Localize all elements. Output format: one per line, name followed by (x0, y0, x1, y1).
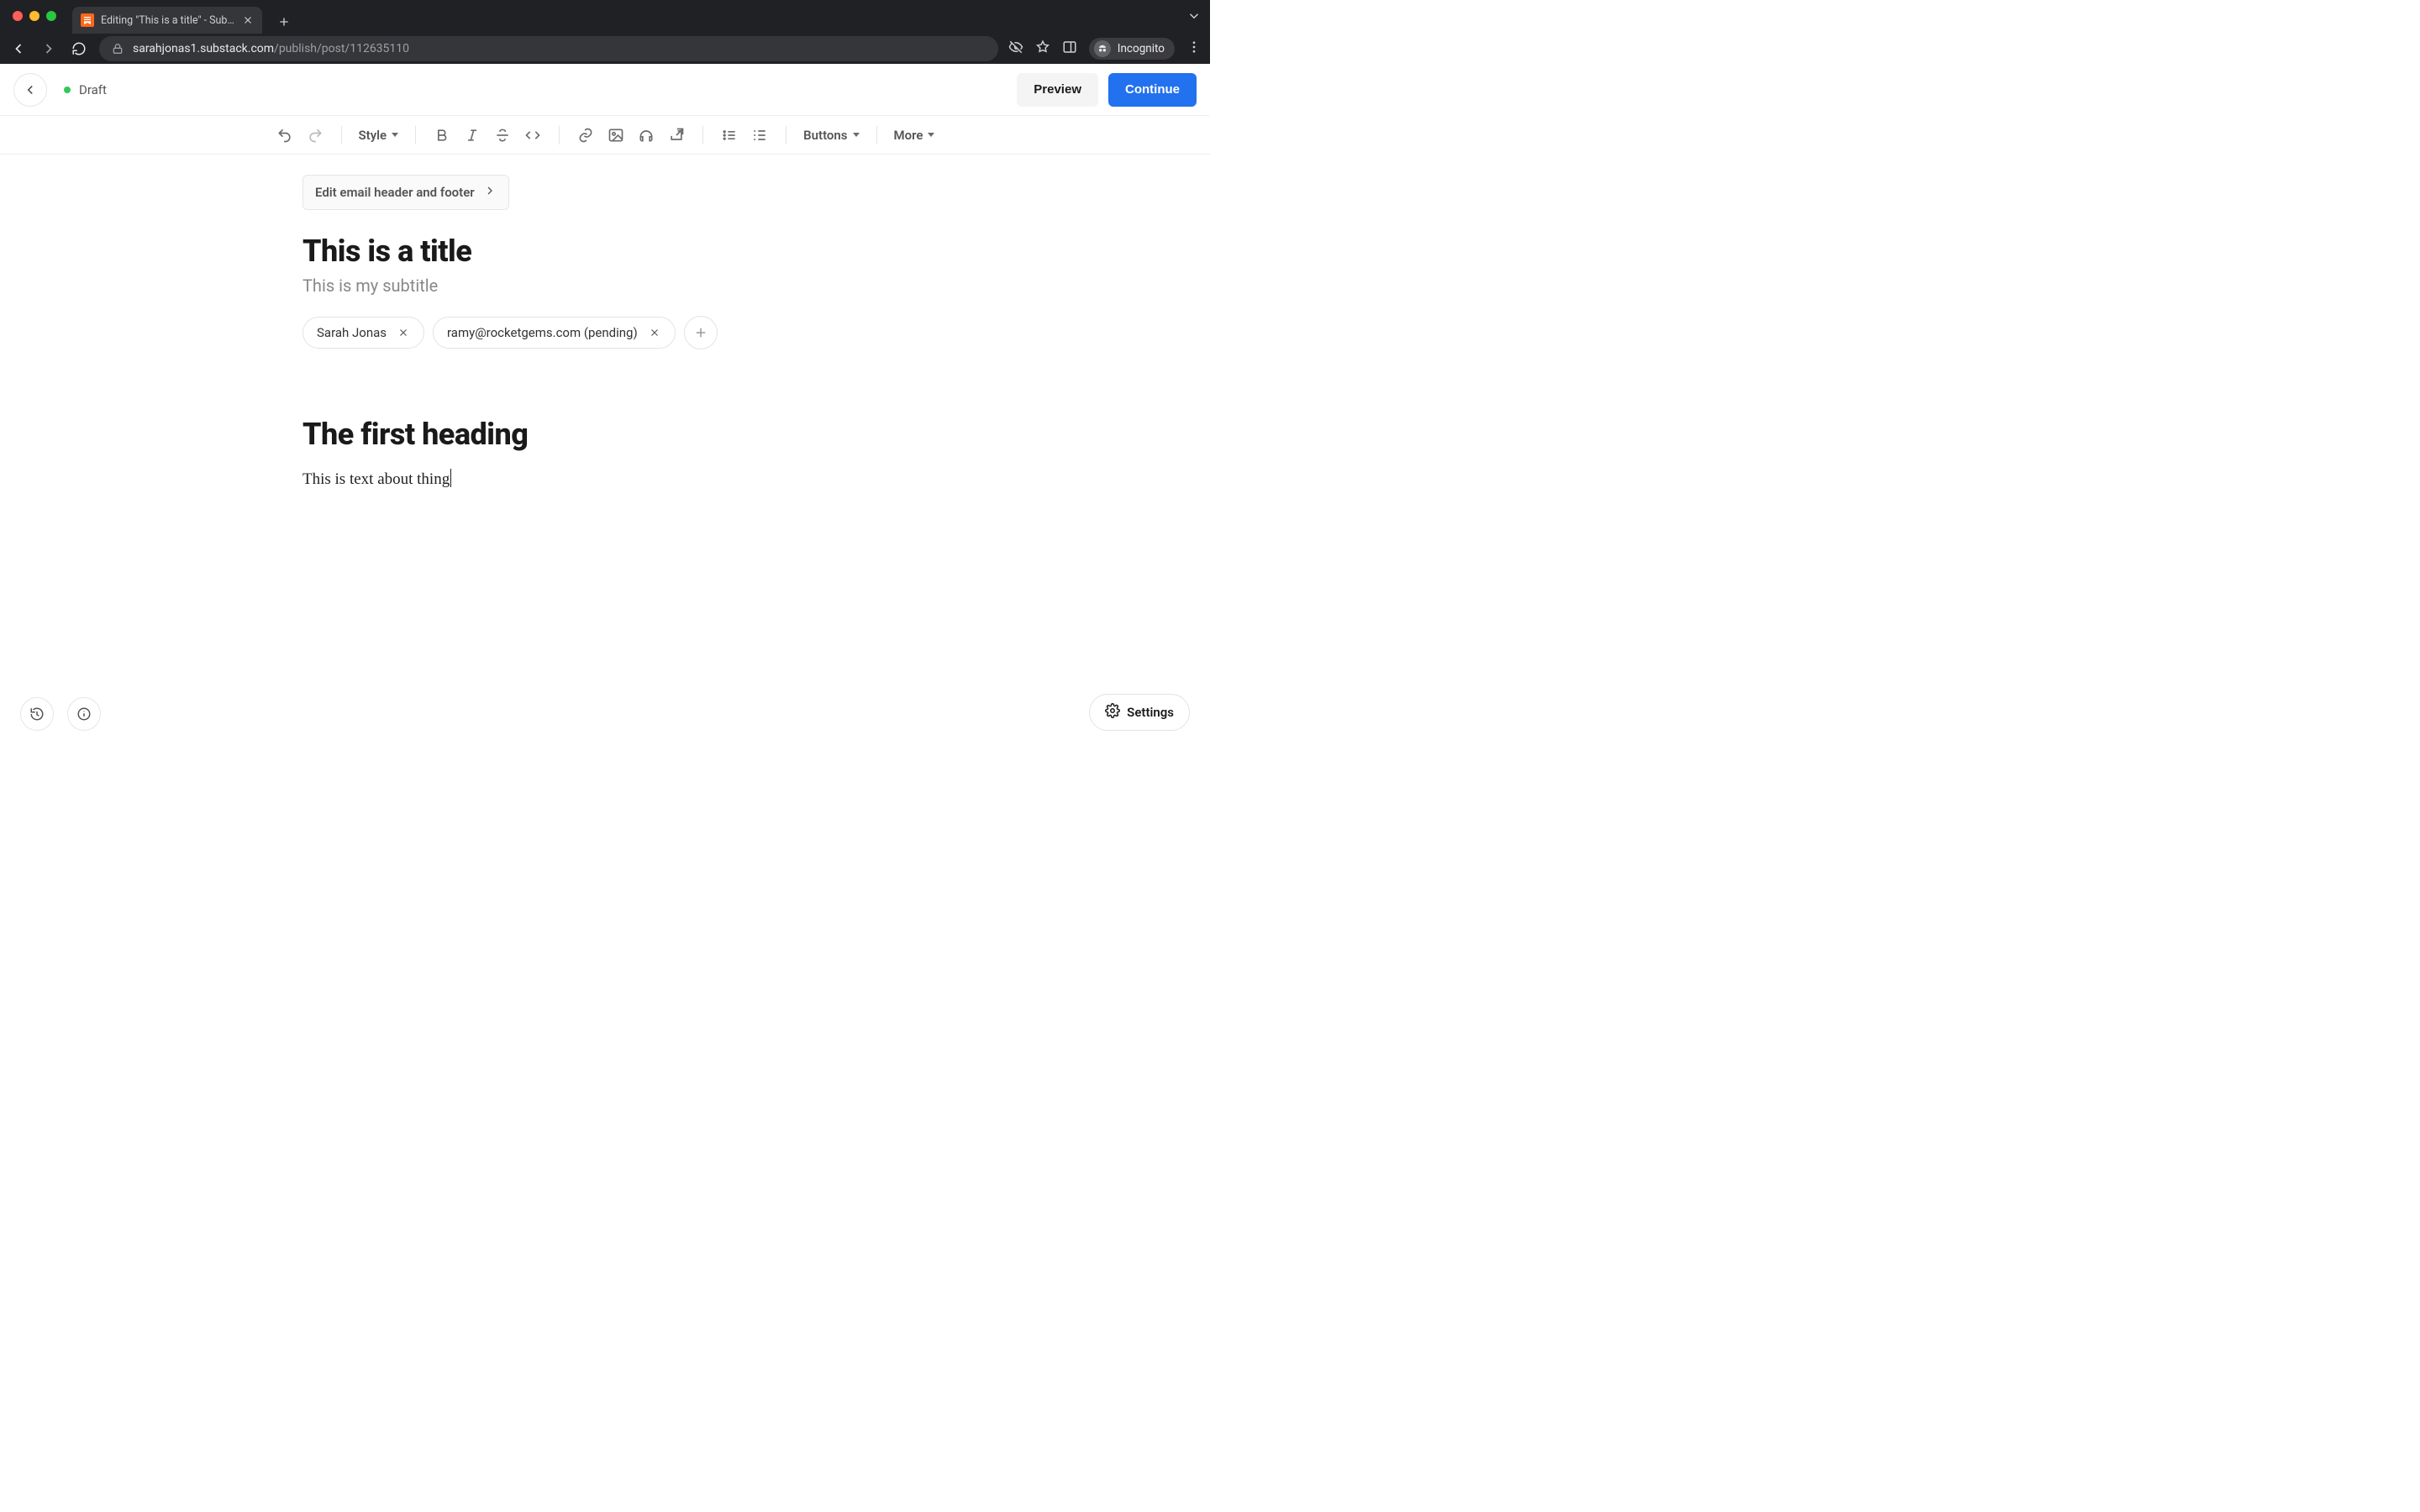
fullscreen-window-dot[interactable] (46, 11, 56, 21)
author-chip[interactable]: ramy@rocketgems.com (pending) (433, 317, 676, 349)
close-window-dot[interactable] (13, 11, 23, 21)
post-title-input[interactable]: This is a title (302, 234, 908, 269)
app-header-left: Draft (13, 73, 107, 107)
redo-button[interactable] (306, 126, 324, 144)
close-tab-icon[interactable] (242, 14, 254, 26)
browser-tab[interactable]: Editing "This is a title" - Subst… (72, 7, 262, 34)
lock-icon (111, 42, 124, 55)
remove-author-icon[interactable] (648, 326, 661, 339)
body-heading[interactable]: The first heading (302, 417, 908, 452)
image-button[interactable] (607, 126, 625, 144)
new-tab-button[interactable] (272, 10, 296, 34)
link-button[interactable] (576, 126, 595, 144)
browser-chrome: Editing "This is a title" - Subst… sarah… (0, 0, 1210, 64)
add-author-button[interactable] (684, 316, 718, 349)
status-dot-icon (64, 87, 71, 93)
app-header: Draft Preview Continue (0, 64, 1210, 116)
chevron-right-icon (483, 184, 497, 201)
incognito-avatar-icon (1094, 40, 1111, 57)
side-panel-icon[interactable] (1062, 39, 1077, 58)
url-host: sarahjonas1.substack.com (133, 42, 274, 55)
star-icon[interactable] (1035, 39, 1050, 58)
editor-column: Edit email header and footer This is a t… (302, 175, 908, 756)
url-input[interactable]: sarahjonas1.substack.com/publish/post/11… (99, 36, 998, 61)
buttons-dropdown[interactable]: Buttons (803, 128, 859, 143)
incognito-chip[interactable]: Incognito (1089, 38, 1175, 60)
editor-toolbar: Style (0, 116, 1210, 155)
italic-button[interactable] (463, 126, 481, 144)
undo-button[interactable] (276, 126, 294, 144)
kebab-menu-icon[interactable] (1186, 39, 1202, 58)
bold-button[interactable] (433, 126, 451, 144)
incognito-label: Incognito (1118, 42, 1165, 55)
editor-area: Edit email header and footer This is a t… (0, 155, 1210, 756)
settings-label: Settings (1127, 705, 1174, 720)
url-path: /publish/post/112635110 (274, 42, 409, 55)
buttons-label: Buttons (803, 128, 847, 143)
substack-favicon (81, 13, 94, 27)
author-chip[interactable]: Sarah Jonas (302, 317, 424, 349)
address-bar: sarahjonas1.substack.com/publish/post/11… (0, 34, 1210, 64)
post-subtitle-input[interactable]: This is my subtitle (302, 276, 908, 296)
strikethrough-button[interactable] (493, 126, 512, 144)
edit-email-header-label: Edit email header and footer (315, 185, 475, 200)
eye-off-icon[interactable] (1008, 39, 1023, 58)
edit-email-header-button[interactable]: Edit email header and footer (302, 175, 509, 210)
app-header-right: Preview Continue (1017, 73, 1197, 107)
numbered-list-button[interactable] (750, 126, 769, 144)
bottom-left-actions (20, 697, 101, 731)
settings-button[interactable]: Settings (1089, 694, 1190, 731)
chevron-down-icon (853, 133, 860, 137)
window-traffic-lights (13, 11, 56, 21)
url-text: sarahjonas1.substack.com/publish/post/11… (133, 42, 409, 55)
tab-strip: Editing "This is a title" - Subst… (72, 0, 296, 34)
browser-reload-button[interactable] (69, 39, 89, 59)
code-button[interactable] (523, 126, 542, 144)
body-paragraph[interactable]: This is text about thing (302, 469, 451, 489)
author-chip-label: ramy@rocketgems.com (pending) (447, 325, 638, 340)
preview-button[interactable]: Preview (1017, 73, 1098, 107)
minimize-window-dot[interactable] (29, 11, 39, 21)
author-chip-label: Sarah Jonas (317, 325, 387, 340)
remove-author-icon[interactable] (397, 326, 410, 339)
tabs-dropdown-icon[interactable] (1186, 8, 1202, 27)
chevron-down-icon (392, 133, 398, 137)
bulleted-list-button[interactable] (720, 126, 739, 144)
browser-right-icons: Incognito (1008, 38, 1202, 60)
author-chips-row: Sarah Jonas ramy@rocketgems.com (pending… (302, 316, 908, 349)
browser-tab-title: Editing "This is a title" - Subst… (101, 14, 235, 27)
style-label: Style (359, 128, 387, 143)
audio-button[interactable] (637, 126, 655, 144)
history-button[interactable] (20, 697, 54, 731)
info-button[interactable] (67, 697, 101, 731)
browser-back-button[interactable] (8, 39, 29, 59)
style-dropdown[interactable]: Style (359, 128, 399, 143)
draft-status: Draft (64, 82, 107, 97)
app-back-button[interactable] (13, 73, 47, 107)
chevron-down-icon (928, 133, 934, 137)
browser-forward-button[interactable] (39, 39, 59, 59)
continue-button[interactable]: Continue (1108, 73, 1197, 107)
gear-icon (1105, 703, 1120, 722)
draft-status-label: Draft (79, 82, 107, 97)
more-dropdown[interactable]: More (894, 128, 935, 143)
embed-button[interactable] (667, 126, 686, 144)
more-label: More (894, 128, 923, 143)
